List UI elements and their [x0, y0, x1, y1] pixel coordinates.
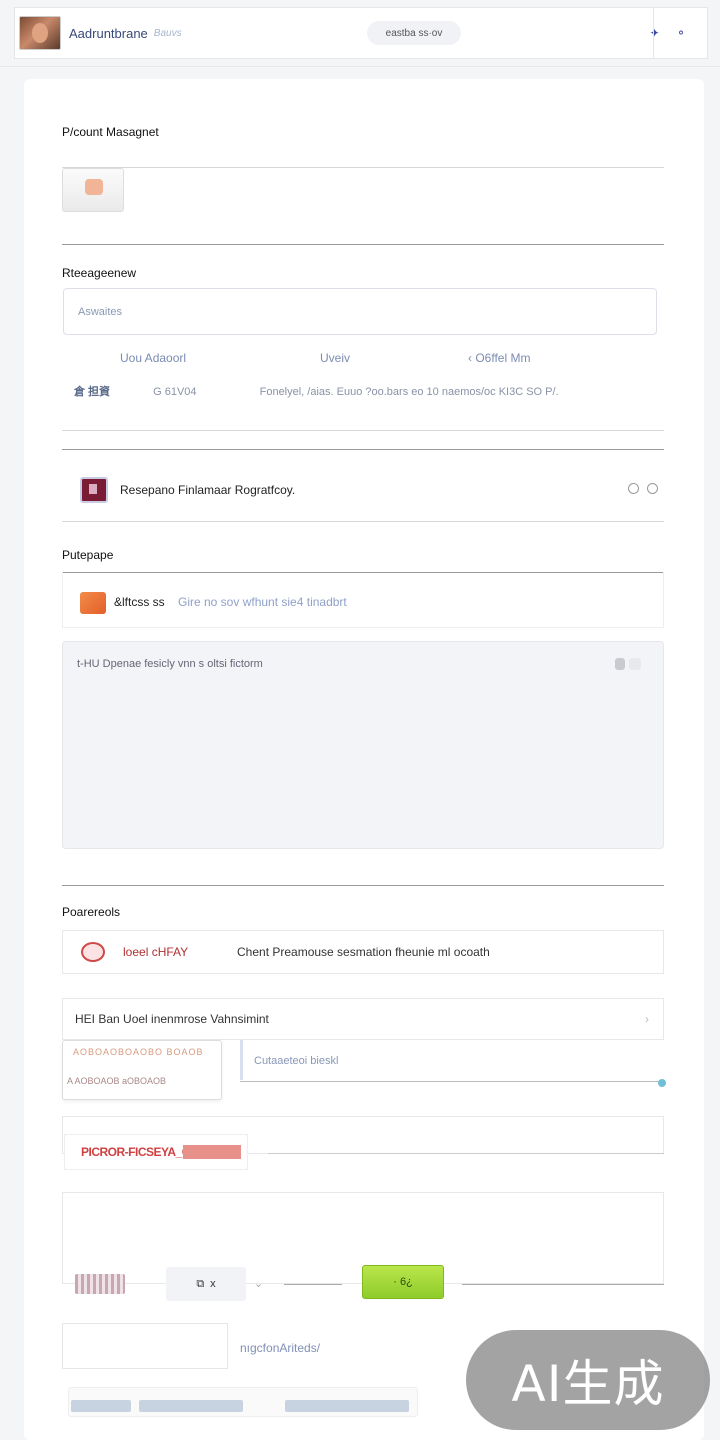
attach-icon[interactable]: [615, 658, 625, 670]
dropdown-menu[interactable]: AOBOAOBOAOBO BOAOB A AOBOAOB aOBOAOB: [62, 1040, 222, 1100]
app-subtitle: Bauvs: [153, 27, 182, 39]
avatar[interactable]: [19, 16, 61, 50]
main-card: P/count Masagnet Rteeageenew Aswaites Uo…: [24, 79, 704, 1440]
strip-segment: [285, 1400, 409, 1412]
center-pill[interactable]: eastba ss·ov: [367, 21, 461, 45]
radio-option-2[interactable]: [647, 483, 658, 494]
search-placeholder: Aswaites: [78, 305, 123, 318]
shield-icon: [81, 942, 105, 962]
record-row[interactable]: Resepano Finlamaar Rogratfcoy.: [62, 459, 664, 521]
textarea-tools: [615, 658, 641, 670]
purpose-tag-icon: [80, 592, 106, 614]
sub-field[interactable]: Cutaaeteoi bieskl: [240, 1040, 664, 1082]
radio-option-1[interactable]: [628, 483, 639, 494]
watermark: AI生成: [466, 1330, 710, 1430]
section-title-permissions: Poarereols: [62, 905, 121, 919]
confirm-button-label: · 6¿: [393, 1276, 413, 1288]
copy-button[interactable]: ⧉ x: [166, 1267, 246, 1301]
strip-segment: [139, 1400, 243, 1412]
divider: [62, 885, 664, 886]
chevron-right-icon: ›: [645, 1012, 649, 1026]
meta-code: G 61V04: [153, 386, 197, 398]
record-actions: [628, 483, 658, 494]
account-thumbnail[interactable]: [62, 168, 124, 212]
red-tag[interactable]: PICROR-FICSEYA_CTER: [64, 1134, 248, 1170]
chevron-down-icon[interactable]: ⌄: [254, 1277, 263, 1290]
dropdown-item-2[interactable]: A AOBOAOB aOBOAOB: [67, 1076, 166, 1086]
field-handle: [240, 1040, 243, 1080]
section-title-account: P/count Masagnet: [62, 125, 159, 139]
section-title-resources: Rteeageenew: [62, 266, 137, 280]
meta-text: Fonelyel, /aias. Euuo ?oo.bars eo 10 nae…: [259, 386, 559, 398]
divider: [462, 1284, 664, 1285]
purpose-tag: &lftcss ss: [114, 595, 165, 609]
divider: [62, 521, 664, 522]
divider: [62, 449, 664, 450]
slider-handle[interactable]: [658, 1079, 666, 1087]
confirm-button[interactable]: · 6¿: [362, 1265, 444, 1299]
permission-select[interactable]: HEI Ban Uoel inenmrose Vahnsimint ›: [62, 998, 664, 1040]
sub-field-text: Cutaaeteoi bieskl: [254, 1054, 339, 1067]
divider: [268, 1153, 664, 1154]
divider: [62, 430, 664, 431]
copy-icon: ⧉: [196, 1277, 205, 1290]
header-divider: [0, 66, 720, 67]
permission-select-label: HEI Ban Uoel inenmrose Vahnsimint: [75, 1012, 269, 1026]
search-input[interactable]: Aswaites: [63, 288, 657, 335]
search-icon[interactable]: ⚬: [653, 8, 708, 58]
center-pill-label: eastba ss·ov: [385, 27, 443, 39]
purpose-textarea[interactable]: t-HU Dpenae fesicly vnn s oltsi fictorm: [62, 641, 664, 849]
meta-prefix: 倉 担資: [74, 386, 111, 398]
bottom-input[interactable]: [62, 1323, 228, 1369]
divider: [62, 167, 664, 168]
purpose-text: Gire no sov wfhunt sie4 tinadbrt: [178, 595, 347, 609]
section-title-purpose: Putepape: [62, 548, 114, 562]
app-title: Aadruntbrane: [69, 25, 148, 41]
top-bar: Aadruntbrane Bauvs eastba ss·ov ✦ ⚬: [14, 7, 708, 59]
resource-meta-row: 倉 担資 G 61V04 Fonelyel, /aias. Euuo ?oo.b…: [74, 383, 664, 399]
permission-text: Chent Preamouse sesmation fheunie ml oco…: [237, 945, 490, 959]
image-preview[interactable]: [75, 1274, 125, 1294]
permission-row[interactable]: loeel cHFAY Chent Preamouse sesmation fh…: [62, 930, 664, 974]
copy-button-label: x: [210, 1278, 216, 1290]
red-tag-label: PICROR-FICSEYA_CTER: [81, 1145, 213, 1159]
permission-tag: loeel cHFAY: [123, 945, 189, 959]
column-header-1[interactable]: Uou Adaoorl: [120, 351, 186, 365]
divider: [284, 1284, 342, 1285]
bottom-strip: [68, 1387, 418, 1417]
divider: [62, 244, 664, 245]
column-header-2[interactable]: Uveiv: [320, 351, 350, 365]
textarea-text: t-HU Dpenae fesicly vnn s oltsi fictorm: [77, 658, 263, 670]
dropdown-item-1[interactable]: AOBOAOBOAOBO BOAOB: [73, 1047, 204, 1057]
document-icon: [80, 477, 108, 503]
strip-segment: [71, 1400, 131, 1412]
bottom-label: nıgcfonAriteds/: [240, 1341, 321, 1355]
column-header-3[interactable]: ‹ O6ffel Mm: [468, 351, 530, 365]
toggle-icon[interactable]: [629, 658, 641, 670]
record-label: Resepano Finlamaar Rogratfcoy.: [120, 483, 296, 497]
